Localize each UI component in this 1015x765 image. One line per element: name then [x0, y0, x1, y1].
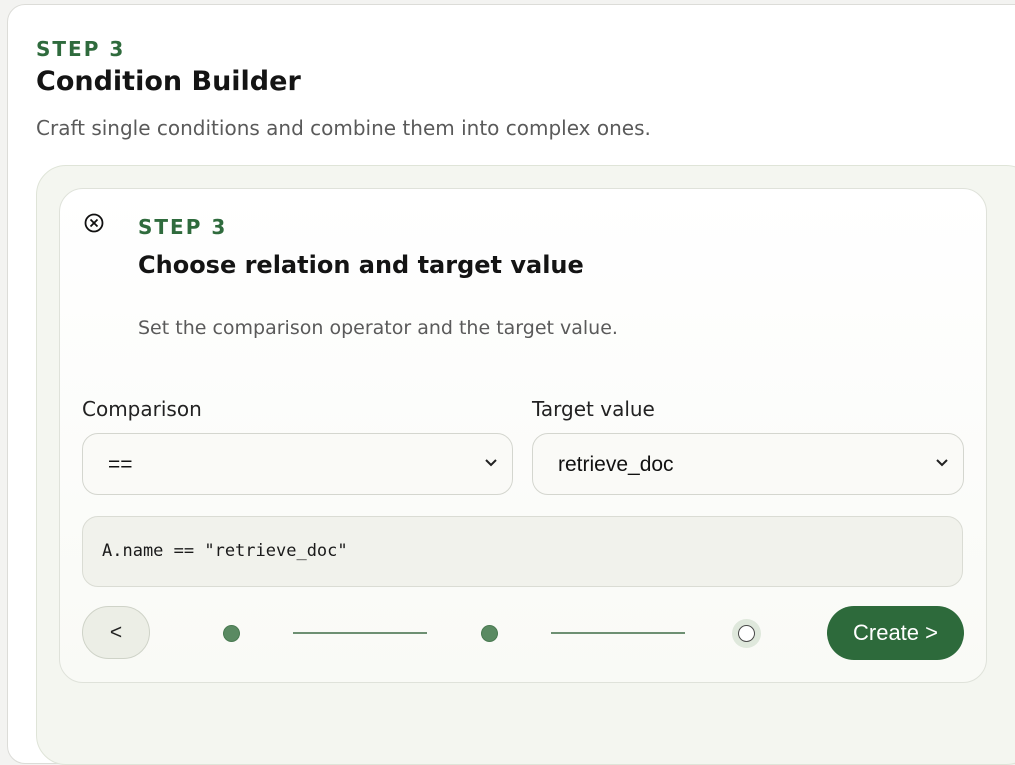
chevron-down-icon	[936, 459, 948, 467]
chevron-down-icon	[485, 459, 497, 467]
target-value: retrieve_doc	[558, 453, 674, 476]
progress-connector	[551, 632, 685, 634]
create-button[interactable]: Create >	[827, 606, 964, 660]
progress-step-3	[738, 625, 755, 642]
target-value-select[interactable]: retrieve_doc	[532, 433, 964, 495]
page-title: Condition Builder	[36, 66, 301, 97]
progress-step-2	[481, 625, 498, 642]
progress-connector	[293, 632, 427, 634]
wizard-title: Choose relation and target value	[138, 251, 584, 279]
expression-text: A.name == "retrieve_doc"	[102, 541, 348, 561]
comparison-label: Comparison	[82, 397, 202, 421]
wizard-step-label: STEP 3	[138, 215, 228, 239]
wizard-description: Set the comparison operator and the targ…	[138, 317, 618, 339]
header-step-label: STEP 3	[36, 37, 126, 61]
page-subtitle: Craft single conditions and combine them…	[36, 116, 651, 140]
back-button[interactable]: <	[82, 606, 150, 659]
comparison-select[interactable]: ==	[82, 433, 513, 495]
expression-preview: A.name == "retrieve_doc"	[82, 516, 963, 587]
progress-step-1	[223, 625, 240, 642]
target-value-label: Target value	[532, 397, 655, 421]
close-icon[interactable]	[84, 213, 104, 233]
comparison-value: ==	[108, 453, 133, 476]
